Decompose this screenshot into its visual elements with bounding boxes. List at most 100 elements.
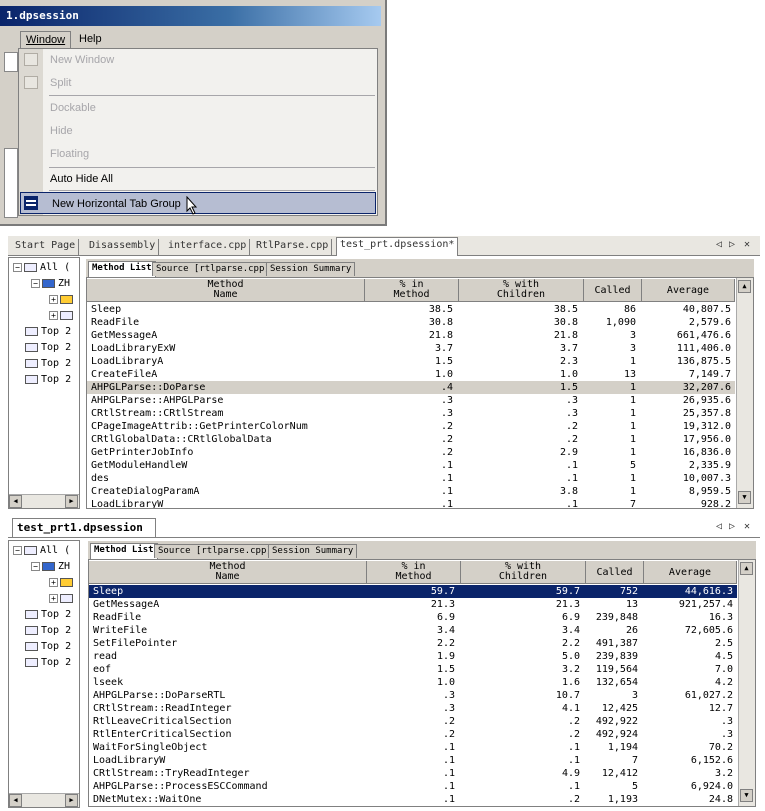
table-row[interactable]: LoadLibraryExW 3.7 3.7 3 111,406.0 [87, 342, 735, 355]
tab-session-summary[interactable]: Session Summary [268, 544, 358, 558]
table-row[interactable]: RtlEnterCriticalSection .2 .2 492,924 .3 [89, 728, 737, 741]
tab-disassembly[interactable]: Disassembly [86, 239, 160, 255]
cell-method-name: CRtlStream::TryReadInteger [93, 768, 250, 779]
tree-node-all[interactable]: − All ( [13, 261, 70, 275]
tab-method-list[interactable]: Method List [88, 261, 156, 277]
table-row[interactable]: ReadFile 6.9 6.9 239,848 16.3 [89, 611, 737, 624]
menu-item-dockable[interactable]: Dockable [19, 97, 377, 119]
tree-node-zh[interactable]: − ZH [31, 560, 70, 574]
table-row[interactable]: des .1 .1 1 10,007.3 [87, 472, 735, 485]
tab-scroll-left-icon[interactable]: ◁ [716, 239, 722, 250]
col-pct-with-children[interactable]: % with Children [461, 561, 586, 583]
tab-interface-cpp[interactable]: interface.cpp [165, 239, 251, 255]
table-row[interactable]: AHPGLParse::DoParse .4 1.5 1 32,207.6 [87, 381, 735, 394]
table-row[interactable]: lseek 1.0 1.6 132,654 4.2 [89, 676, 737, 689]
menu-item-auto-hide-all[interactable]: Auto Hide All [19, 168, 377, 190]
cell-pct-with-children: 3.7 [559, 343, 578, 354]
table-row[interactable]: GetMessageA 21.8 21.8 3 661,476.6 [87, 329, 735, 342]
table-row[interactable]: LoadLibraryW .1 .1 7 6,152.6 [89, 754, 737, 767]
col-called[interactable]: Called [586, 561, 644, 583]
table-row[interactable]: CRtlStream::TryReadInteger .1 4.9 12,412 3.2 [89, 767, 737, 780]
table-row[interactable]: CPageImageAttrib::GetPrinterColorNum .2 .2… [87, 420, 735, 433]
menu-window[interactable]: Window [20, 31, 72, 48]
table-row[interactable]: CRtlStream::ReadInteger .3 4.1 12,425 12.7 [89, 702, 737, 715]
menu-item-split[interactable]: Split [19, 72, 377, 94]
tree-node-top[interactable]: Top 2 [25, 640, 71, 654]
cell-pct-in-method: .3 [440, 395, 453, 406]
tab-session-summary[interactable]: Session Summary [266, 262, 356, 276]
close-icon[interactable]: ✕ [744, 521, 750, 532]
col-average[interactable]: Average [642, 279, 735, 301]
col-called[interactable]: Called [584, 279, 642, 301]
menu-item-new-window[interactable]: New Window [19, 49, 377, 71]
col-pct-in-method[interactable]: % in Method [367, 561, 461, 583]
col-method-name[interactable]: Method Name [89, 561, 367, 583]
tree-node-top[interactable]: Top 2 [25, 341, 71, 355]
table-row[interactable]: LoadLibraryA 1.5 2.3 1 136,875.5 [87, 355, 735, 368]
vertical-scrollbar[interactable]: ▲ ▼ [738, 560, 755, 806]
menu-item-floating[interactable]: Floating [19, 143, 377, 165]
table-row[interactable]: AHPGLParse::DoParseRTL .3 10.7 3 61,027.2 [89, 689, 737, 702]
menu-item-hide[interactable]: Hide [19, 120, 377, 142]
table-row[interactable]: GetMessageA 21.3 21.3 13 921,257.4 [89, 598, 737, 611]
cell-average: 661,476.6 [676, 330, 731, 341]
tree-node-folder[interactable]: + [49, 576, 76, 590]
tab-rtlparse-cpp[interactable]: RtlParse.cpp [253, 239, 333, 255]
table-row[interactable]: RtlLeaveCriticalSection .2 .2 492,922 .3 [89, 715, 737, 728]
tab-source-rtlparse[interactable]: Source [rtlparse.cpp] [152, 262, 274, 276]
tree-node-module[interactable]: + [49, 592, 76, 606]
tab-source-rtlparse[interactable]: Source [rtlparse.cpp] [154, 544, 276, 558]
table-row[interactable]: LoadLibraryW .1 .1 7 928.2 [87, 498, 735, 508]
tree-node-top[interactable]: Top 2 [25, 373, 71, 387]
table-row[interactable]: Sleep 38.5 38.5 86 40,807.5 [87, 303, 735, 316]
col-average[interactable]: Average [644, 561, 737, 583]
vertical-scrollbar[interactable]: ▲ ▼ [736, 278, 753, 508]
table-row[interactable]: GetModuleHandleW .1 .1 5 2,335.9 [87, 459, 735, 472]
tab-scroll-right-icon[interactable]: ▷ [729, 521, 735, 532]
tree-horizontal-scrollbar[interactable]: ◀ ▶ [9, 793, 79, 807]
table-row[interactable]: Sleep 59.7 59.7 752 44,616.3 [89, 585, 737, 598]
table-row[interactable]: ReadFile 30.8 30.8 1,090 2,579.6 [87, 316, 735, 329]
cell-pct-in-method: .2 [442, 716, 455, 727]
close-icon[interactable]: ✕ [744, 239, 750, 250]
folder-icon [60, 294, 73, 304]
table-row[interactable]: CRtlStream::CRtlStream .3 .3 1 25,357.8 [87, 407, 735, 420]
table-row[interactable]: CreateDialogParamA .1 3.8 1 8,959.5 [87, 485, 735, 498]
table-row[interactable]: read 1.9 5.0 239,839 4.5 [89, 650, 737, 663]
tab-test-prt-dpsession[interactable]: test_prt.dpsession* [336, 237, 459, 256]
tab-scroll-left-icon[interactable]: ◁ [716, 521, 722, 532]
tree-node-zh[interactable]: − ZH [31, 277, 70, 291]
cell-method-name: LoadLibraryExW [91, 343, 176, 354]
scroll-down-icon: ▼ [740, 789, 753, 802]
tree-node-top[interactable]: Top 2 [25, 325, 71, 339]
table-row[interactable]: CreateFileA 1.0 1.0 13 7,149.7 [87, 368, 735, 381]
tree-node-top[interactable]: Top 2 [25, 656, 71, 670]
tab-scroll-right-icon[interactable]: ▷ [729, 239, 735, 250]
table-row[interactable]: WriteFile 3.4 3.4 26 72,605.6 [89, 624, 737, 637]
table-row[interactable]: DNetMutex::WaitOne .1 .2 1,193 24.8 [89, 793, 737, 806]
tree-node-top[interactable]: Top 2 [25, 608, 71, 622]
cell-pct-with-children: 1.6 [561, 677, 580, 688]
menu-help[interactable]: Help [74, 31, 107, 48]
tree-horizontal-scrollbar[interactable]: ◀ ▶ [9, 494, 79, 508]
tab-start-page[interactable]: Start Page [12, 239, 80, 255]
table-row[interactable]: SetFilePointer 2.2 2.2 491,387 2.5 [89, 637, 737, 650]
table-row[interactable]: AHPGLParse::ProcessESCCommand .1 .1 5 6,924.… [89, 780, 737, 793]
table-row[interactable]: GetPrinterJobInfo .2 2.9 1 16,836.0 [87, 446, 735, 459]
col-pct-in-method[interactable]: % in Method [365, 279, 459, 301]
table-row[interactable]: AHPGLParse::AHPGLParse .3 .3 1 26,935.6 [87, 394, 735, 407]
col-method-name[interactable]: Method Name [87, 279, 365, 301]
tree-node-top[interactable]: Top 2 [25, 357, 71, 371]
cell-average: 10,007.3 [682, 473, 731, 484]
table-row[interactable]: WaitForSingleObject .1 .1 1,194 70.2 [89, 741, 737, 754]
col-pct-with-children[interactable]: % with Children [459, 279, 584, 301]
tree-node-folder[interactable]: + [49, 293, 76, 307]
cell-called: 5 [629, 460, 636, 471]
tree-node-all[interactable]: − All ( [13, 544, 70, 558]
table-row[interactable]: eof 1.5 3.2 119,564 7.0 [89, 663, 737, 676]
tree-node-top[interactable]: Top 2 [25, 624, 71, 638]
tree-node-module[interactable]: + [49, 309, 76, 323]
pane-title-tab[interactable]: test_prt1.dpsession [12, 518, 156, 538]
tab-method-list[interactable]: Method List [90, 543, 158, 559]
table-row[interactable]: CRtlGlobalData::CRtlGlobalData .2 .2 1 17,95… [87, 433, 735, 446]
